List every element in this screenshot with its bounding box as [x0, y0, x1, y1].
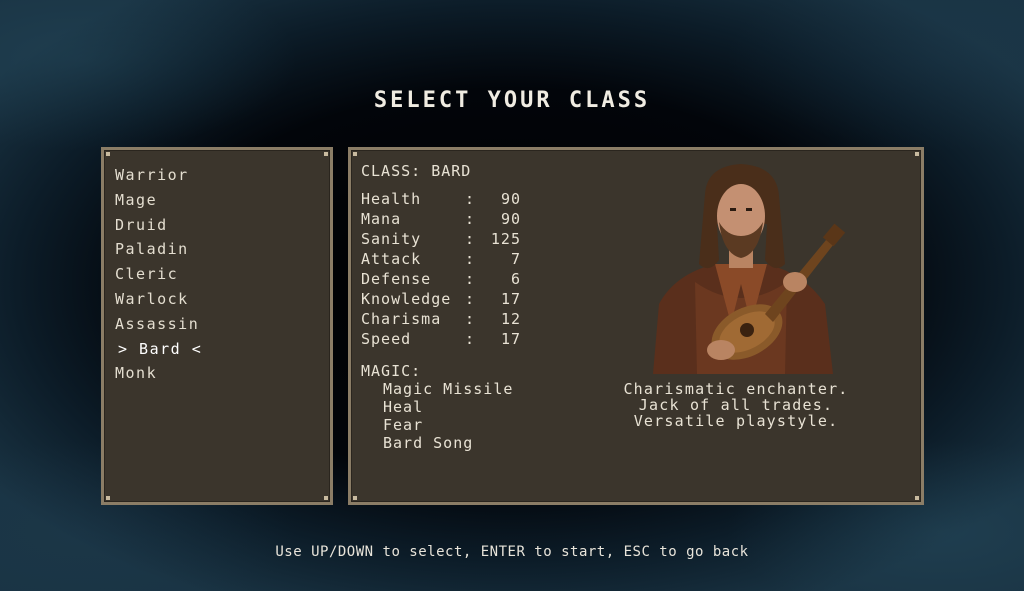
stat-row-sanity: Sanity:125 [361, 230, 521, 248]
stat-name: Charisma [361, 310, 442, 328]
class-list-panel: Warrior Mage Druid Paladin Cleric Warloc… [101, 147, 333, 505]
spell-item: Fear [383, 416, 424, 434]
controls-hint: Use UP/DOWN to select, ENTER to start, E… [275, 544, 749, 560]
class-item-bard[interactable]: > Bard < [118, 340, 202, 358]
stat-value: 6 [510, 270, 521, 288]
screen-title: SELECT YOUR CLASS [373, 88, 651, 113]
stat-separator: : [465, 290, 476, 308]
stat-row-attack: Attack: 7 [361, 250, 521, 268]
stat-row-charisma: Charisma: 12 [361, 310, 521, 328]
stat-separator: : [465, 250, 476, 268]
stat-name: Defense [361, 270, 432, 288]
stat-separator: : [465, 330, 476, 348]
class-heading: CLASS: BARD [361, 162, 472, 180]
panel-rivet [106, 152, 110, 156]
stat-separator: : [465, 270, 476, 288]
stat-value: 17 [500, 290, 521, 308]
panel-rivet [324, 496, 328, 500]
stat-name: Health [361, 190, 422, 208]
panel-rivet [324, 152, 328, 156]
stat-row-speed: Speed: 17 [361, 330, 521, 348]
stat-name: Mana [361, 210, 402, 228]
stat-name: Sanity [361, 230, 422, 248]
bard-portrait-icon [635, 164, 847, 374]
class-item-monk[interactable]: Monk [115, 364, 157, 382]
stat-separator: : [465, 190, 476, 208]
class-item-warrior[interactable]: Warrior [115, 166, 189, 184]
stat-row-mana: Mana: 90 [361, 210, 521, 228]
stat-name: Knowledge [361, 290, 452, 308]
class-item-warlock[interactable]: Warlock [115, 290, 189, 308]
stat-value: 125 [490, 230, 521, 248]
class-item-mage[interactable]: Mage [115, 191, 157, 209]
stat-value: 17 [500, 330, 521, 348]
class-item-paladin[interactable]: Paladin [115, 240, 189, 258]
stat-value: 12 [500, 310, 521, 328]
panel-rivet [915, 496, 919, 500]
stat-row-defense: Defense: 6 [361, 270, 521, 288]
stat-value: 7 [510, 250, 521, 268]
stat-name: Attack [361, 250, 422, 268]
spell-item: Magic Missile [383, 380, 514, 398]
panel-rivet [106, 496, 110, 500]
class-detail-panel: CLASS: BARD Health:90 Mana:90 Sanity:125… [348, 147, 924, 505]
stat-row-knowledge: Knowledge: 17 [361, 290, 521, 308]
panel-rivet [915, 152, 919, 156]
class-item-assassin[interactable]: Assassin [115, 315, 199, 333]
spell-item: Bard Song [383, 434, 474, 452]
panel-rivet [353, 496, 357, 500]
spell-item: Heal [383, 398, 424, 416]
stat-name: Speed [361, 330, 412, 348]
stat-separator: : [465, 210, 476, 228]
stat-separator: : [465, 230, 476, 248]
stat-value: 90 [500, 190, 521, 208]
stat-value: 90 [500, 210, 521, 228]
stat-separator: : [465, 310, 476, 328]
stat-row-health: Health: 90 [361, 190, 521, 208]
panel-rivet [353, 152, 357, 156]
magic-heading: MAGIC: [361, 362, 422, 380]
class-item-cleric[interactable]: Cleric [115, 265, 178, 283]
class-item-druid[interactable]: Druid [115, 216, 168, 234]
class-description-line: Versatile playstyle. [633, 412, 839, 430]
